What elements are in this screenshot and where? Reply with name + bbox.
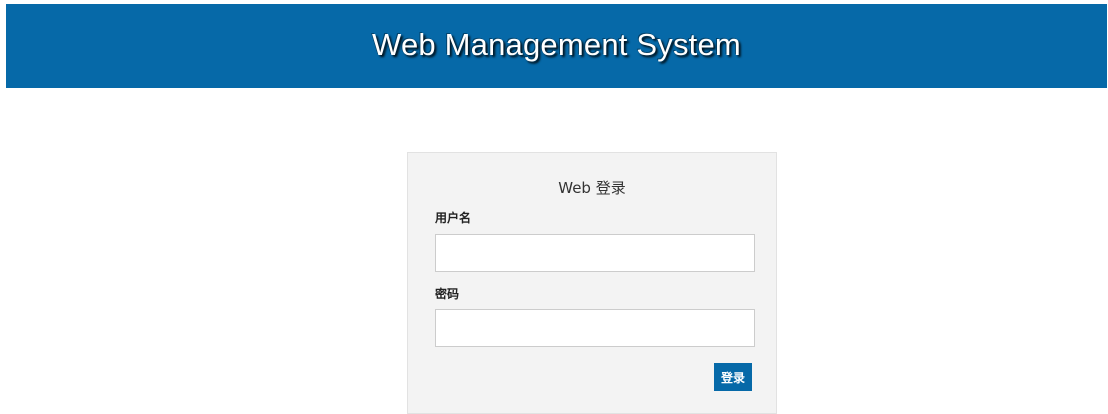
- app-title: Web Management System: [372, 27, 741, 62]
- password-input[interactable]: [435, 309, 755, 347]
- username-label: 用户名: [435, 211, 472, 225]
- username-input[interactable]: [435, 234, 755, 272]
- password-label: 密码: [435, 287, 460, 301]
- login-title: Web 登录: [558, 179, 626, 197]
- login-panel: Web 登录 用户名 密码 登录: [407, 152, 777, 414]
- login-button[interactable]: 登录: [714, 363, 752, 391]
- top-banner: Web Management System: [6, 4, 1107, 88]
